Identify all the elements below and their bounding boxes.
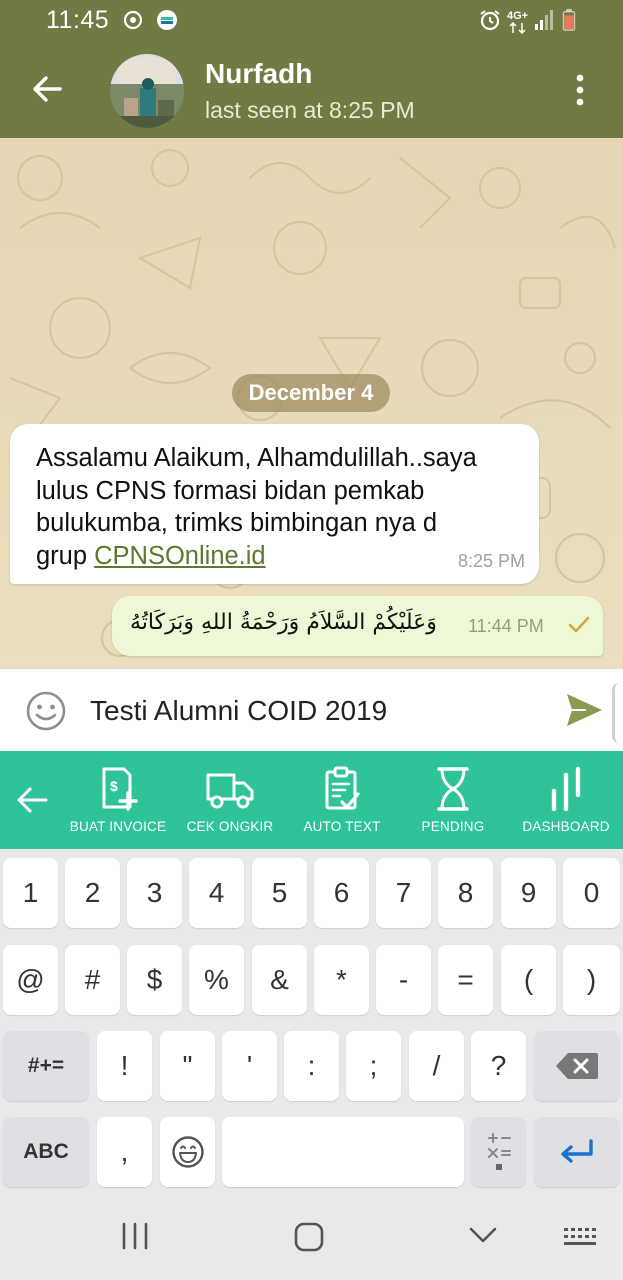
toolbar-label: DASHBOARD	[522, 819, 610, 834]
contact-name[interactable]: Nurfadh	[205, 58, 312, 90]
toolbar-pending[interactable]: PENDING	[398, 765, 508, 834]
send-icon[interactable]	[564, 691, 604, 729]
toolbar-buat-invoice[interactable]: $ BUAT INVOICE	[63, 765, 173, 834]
status-time: 11:45	[46, 6, 110, 34]
key-1[interactable]: 1	[3, 858, 58, 928]
key-open-paren[interactable]: (	[501, 945, 556, 1015]
message-line: Assalamu Alaikum, Alhamdulillah..saya	[36, 444, 477, 472]
key-equals[interactable]: =	[438, 945, 493, 1015]
invoice-add-icon: $	[102, 767, 138, 811]
incoming-message-text: Assalamu Alaikum, Alhamdulillah..saya lu…	[36, 442, 526, 572]
enter-icon	[561, 1139, 593, 1163]
space-key[interactable]	[222, 1117, 464, 1187]
emoji-icon	[171, 1136, 204, 1168]
data-arrows-icon	[509, 22, 526, 34]
recents-icon[interactable]	[120, 1222, 150, 1250]
key-double-quote[interactable]: "	[160, 1031, 215, 1101]
back-arrow-icon[interactable]	[30, 72, 64, 106]
date-separator: December 4	[232, 374, 390, 412]
toolbar-label: PENDING	[421, 819, 485, 834]
math-symbols-key[interactable]	[471, 1117, 526, 1187]
truck-icon	[206, 773, 254, 809]
key-percent[interactable]: %	[189, 945, 244, 1015]
more-vert-icon[interactable]	[570, 72, 590, 108]
key-ampersand[interactable]: &	[252, 945, 307, 1015]
message-line: grup CPNSOnline.id	[36, 540, 526, 573]
key-5[interactable]: 5	[252, 858, 307, 928]
home-icon[interactable]	[294, 1222, 324, 1252]
key-asterisk[interactable]: *	[314, 945, 369, 1015]
key-dollar[interactable]: $	[127, 945, 182, 1015]
key-hash[interactable]: #	[65, 945, 120, 1015]
emoji-icon[interactable]	[24, 689, 68, 733]
screen: 11:45 4G+ Nurfadh last seen at 8:25 PM D…	[0, 0, 623, 1280]
outgoing-message[interactable]: وَعَلَيْكُمْ السَّلاَمُ وَرَحْمَةُ اللهِ…	[112, 596, 603, 656]
message-composer: Testi Alumni COID 2019	[0, 668, 623, 751]
avatar[interactable]	[110, 54, 184, 128]
math-symbols-icon	[487, 1133, 511, 1170]
chat-area[interactable]: December 4 Assalamu Alaikum, Alhamdulill…	[0, 138, 623, 668]
key-7[interactable]: 7	[376, 858, 431, 928]
key-semicolon[interactable]: ;	[346, 1031, 401, 1101]
toolbar-auto-text[interactable]: AUTO TEXT	[287, 765, 397, 834]
key-9[interactable]: 9	[501, 858, 556, 928]
key-8[interactable]: 8	[438, 858, 493, 928]
network-type: 4G+	[507, 10, 529, 22]
status-bar: 11:45 4G+	[0, 0, 623, 42]
key-question[interactable]: ?	[471, 1031, 526, 1101]
key-at[interactable]: @	[3, 945, 58, 1015]
key-close-paren[interactable]: )	[563, 945, 620, 1015]
key-2[interactable]: 2	[65, 858, 120, 928]
toolbar-dashboard[interactable]: DASHBOARD	[511, 765, 621, 834]
system-nav-bar	[0, 1196, 623, 1280]
backspace-key[interactable]	[534, 1031, 620, 1101]
key-6[interactable]: 6	[314, 858, 369, 928]
panel-edge	[612, 683, 623, 743]
outgoing-message-text: وَعَلَيْكُمْ السَّلاَمُ وَرَحْمَةُ اللهِ…	[130, 610, 437, 635]
key-more-symbols[interactable]: #+=	[3, 1031, 89, 1101]
keyboard: 1 2 3 4 5 6 7 8 9 0 @ # $ % & * - = ( ) …	[0, 849, 623, 1196]
incoming-message-time: 8:25 PM	[457, 551, 525, 571]
toolbar-label: AUTO TEXT	[303, 819, 381, 834]
hourglass-icon	[437, 767, 469, 811]
message-line-prefix: grup	[36, 541, 95, 570]
key-colon[interactable]: :	[284, 1031, 339, 1101]
outgoing-message-time: 11:44 PM	[468, 616, 544, 636]
chat-header: Nurfadh last seen at 8:25 PM	[0, 42, 623, 138]
key-comma[interactable]: ,	[97, 1117, 152, 1187]
message-input[interactable]: Testi Alumni COID 2019	[90, 695, 530, 727]
signal-icon	[535, 10, 553, 30]
key-exclamation[interactable]: !	[97, 1031, 152, 1101]
battery-icon	[562, 8, 576, 31]
quick-tools-bar: $ BUAT INVOICE CEK ONGKIR AUTO TEXT PEND…	[0, 751, 623, 849]
keyboard-icon[interactable]	[562, 1226, 598, 1248]
toolbar-label: CEK ONGKIR	[186, 819, 274, 834]
single-check-icon	[568, 616, 590, 633]
backspace-icon	[556, 1053, 598, 1079]
sync-icon	[123, 10, 143, 30]
key-4[interactable]: 4	[189, 858, 244, 928]
toolbar-cek-ongkir[interactable]: CEK ONGKIR	[175, 765, 285, 834]
key-slash[interactable]: /	[409, 1031, 464, 1101]
bar-chart-icon	[551, 766, 581, 812]
alarm-icon	[480, 10, 500, 31]
message-line: lulus CPNS formasi bidan pemkab	[36, 476, 425, 505]
messenger-app-icon	[157, 10, 177, 30]
key-0[interactable]: 0	[563, 858, 620, 928]
svg-text:$: $	[110, 778, 118, 794]
message-link[interactable]: CPNSOnline.id	[94, 542, 266, 570]
message-line: bulukumba, trimks bimbingan nya d	[36, 509, 438, 537]
back-arrow-icon[interactable]	[14, 783, 50, 817]
clipboard-check-icon	[325, 766, 360, 810]
hide-keyboard-icon[interactable]	[468, 1226, 498, 1246]
key-minus[interactable]: -	[376, 945, 431, 1015]
enter-key[interactable]	[534, 1117, 620, 1187]
toolbar-label: BUAT INVOICE	[69, 819, 167, 834]
last-seen-status: last seen at 8:25 PM	[205, 97, 415, 123]
emoji-key[interactable]	[160, 1117, 215, 1187]
key-single-quote[interactable]: '	[222, 1031, 277, 1101]
incoming-message[interactable]: Assalamu Alaikum, Alhamdulillah..saya lu…	[10, 424, 539, 584]
key-abc[interactable]: ABC	[3, 1117, 89, 1187]
key-3[interactable]: 3	[127, 858, 182, 928]
